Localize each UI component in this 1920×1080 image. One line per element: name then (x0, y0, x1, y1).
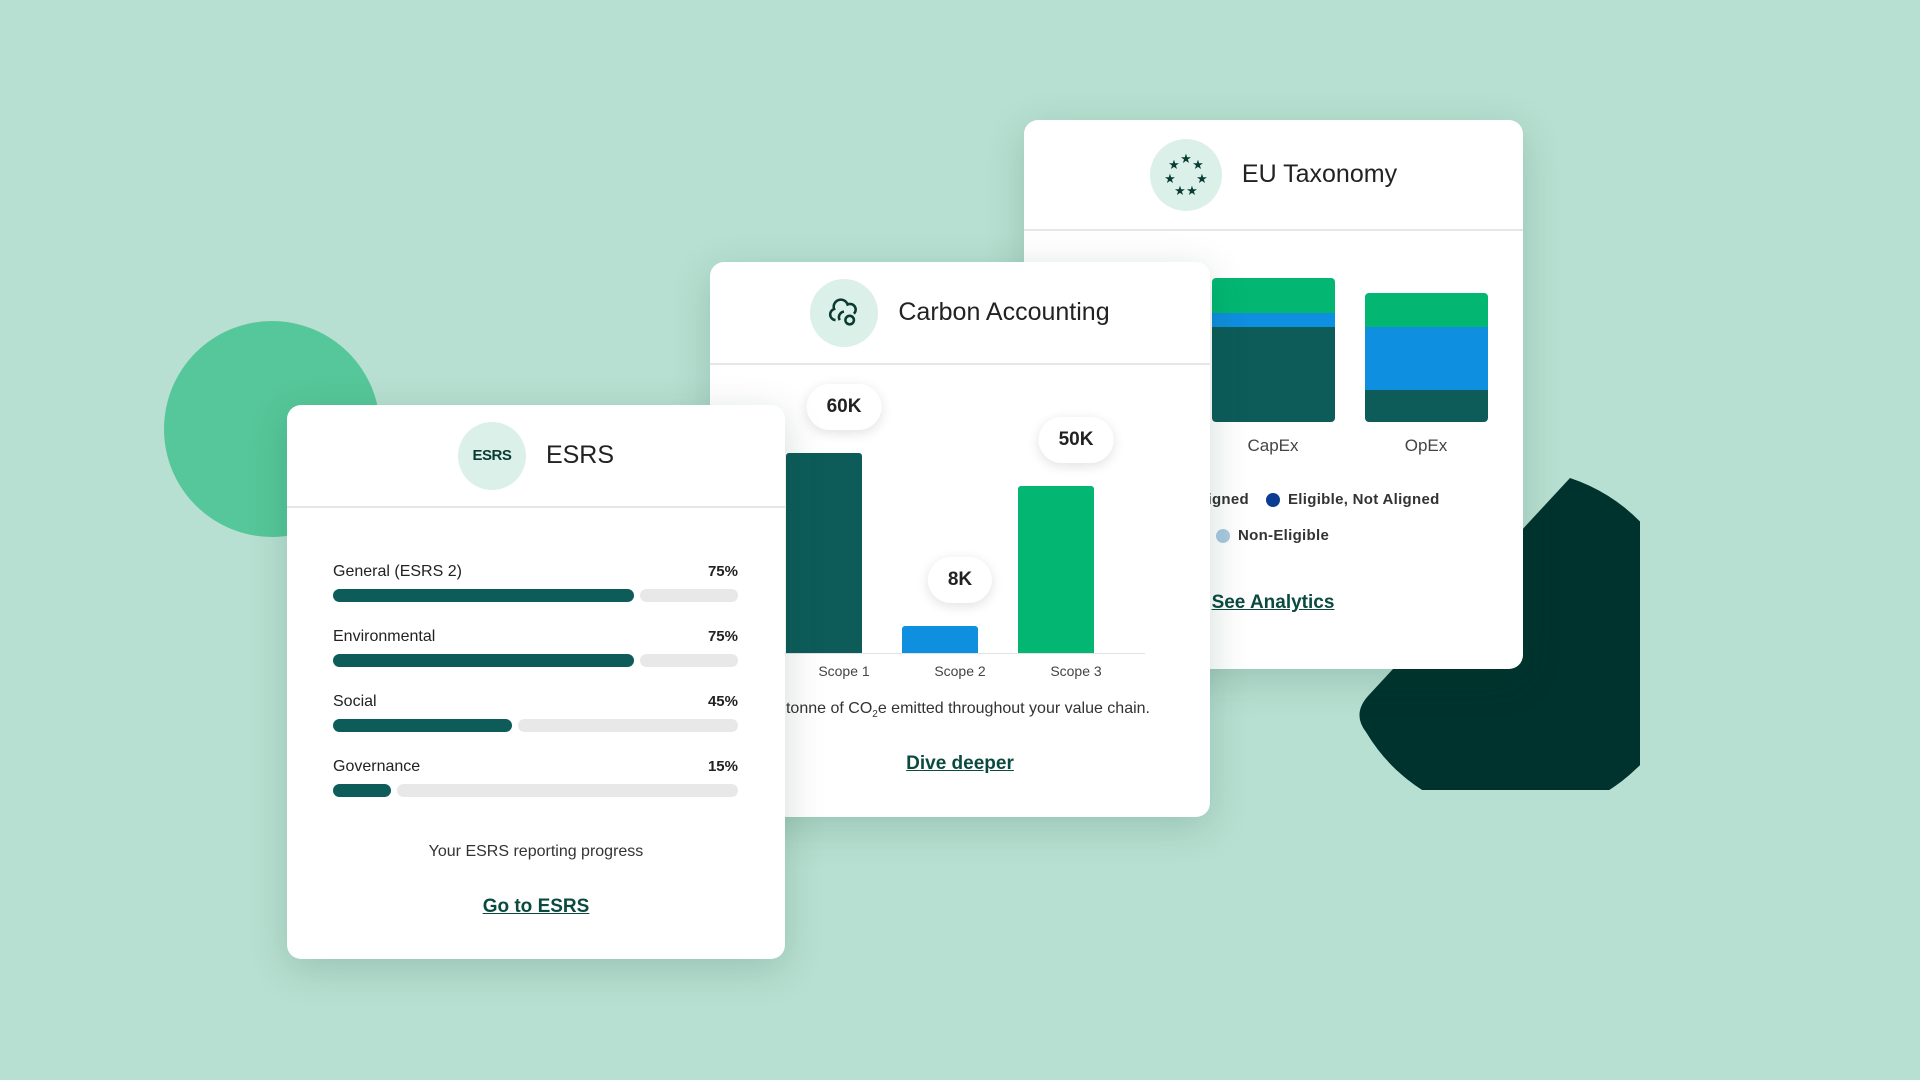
progress-bar (333, 589, 738, 602)
esrs-logo-icon: ESRS (457, 421, 526, 490)
bar-scope-2 (902, 626, 978, 653)
progress-fill (333, 589, 634, 602)
carbon-accounting-card: Carbon Accounting 60K Scope 1 8K Scope 2 50K… (710, 262, 1210, 817)
legend-dot-eligible-not-aligned (1266, 492, 1280, 507)
x-tick-label: Scope 1 (818, 663, 870, 679)
esrs-title: ESRS (545, 441, 615, 469)
bar-scope-1 (786, 453, 862, 653)
progress-remaining (639, 589, 738, 602)
stack-segment (1212, 278, 1335, 313)
x-tick-label: CapEx (1247, 436, 1299, 455)
x-tick-label: OpEx (1404, 436, 1448, 455)
cloud-icon (810, 278, 879, 347)
emissions-caption: tonne of CO2e emitted throughout your va… (785, 700, 1150, 721)
svg-text:★: ★ (1196, 171, 1208, 186)
carbon-accounting-title: Carbon Accounting (898, 298, 1110, 326)
progress-fill (333, 784, 391, 797)
progress-percent: 15% (707, 758, 738, 775)
svg-text:★: ★ (1180, 151, 1192, 166)
legend-non-eligible: Non-Eligible (1216, 527, 1329, 544)
carbon-accounting-header: Carbon Accounting (710, 262, 1210, 365)
stack-segment (1365, 293, 1488, 327)
progress-remaining (518, 719, 738, 732)
data-label: 60K (806, 384, 882, 430)
progress-percent: 75% (707, 628, 738, 645)
progress-label: General (ESRS 2) (333, 563, 462, 580)
go-to-esrs-link[interactable]: Go to ESRS (483, 896, 590, 918)
progress-fill (333, 719, 513, 732)
progress-bar (333, 654, 738, 667)
progress-bar (333, 784, 738, 797)
svg-text:★: ★ (1192, 157, 1204, 172)
progress-label: Environmental (333, 628, 436, 645)
progress-bar (333, 719, 738, 732)
progress-remaining (639, 654, 738, 667)
see-analytics-link[interactable]: See Analytics (1212, 592, 1335, 614)
eu-stars-icon: ★ ★ ★ ★ ★ ★ ★ (1149, 138, 1222, 211)
x-tick-label: Scope 3 (1050, 663, 1102, 679)
progress-label: Governance (333, 758, 421, 775)
stack-segment (1365, 326, 1488, 390)
stack-segment (1212, 312, 1335, 327)
progress-remaining (396, 784, 738, 797)
x-axis-line (770, 653, 1145, 654)
x-tick-label: Scope 2 (934, 663, 986, 679)
eu-taxonomy-header: ★ ★ ★ ★ ★ ★ ★ EU Taxonomy (1024, 120, 1523, 231)
progress-fill (333, 654, 634, 667)
legend-dot-non-eligible (1216, 528, 1230, 543)
legend-eligible-not-aligned: Eligible, Not Aligned (1266, 491, 1440, 508)
esrs-caption: Your ESRS reporting progress (428, 843, 644, 860)
esrs-card: ESRS ESRS General (ESRS 2) 75% Environme… (287, 405, 785, 959)
progress-percent: 45% (707, 693, 738, 710)
data-label: 8K (927, 557, 993, 604)
dive-deeper-link[interactable]: Dive deeper (906, 753, 1014, 775)
progress-label: Social (333, 693, 377, 710)
data-label: 50K (1038, 417, 1114, 464)
bar-scope-3 (1018, 486, 1094, 653)
svg-text:★: ★ (1186, 183, 1198, 198)
progress-percent: 75% (707, 563, 738, 580)
stack-segment (1212, 326, 1335, 422)
eu-taxonomy-title: EU Taxonomy (1241, 160, 1398, 188)
stack-segment (1365, 389, 1488, 422)
svg-text:★: ★ (1174, 183, 1186, 198)
svg-text:★: ★ (1168, 157, 1180, 172)
esrs-header: ESRS ESRS (287, 405, 785, 508)
